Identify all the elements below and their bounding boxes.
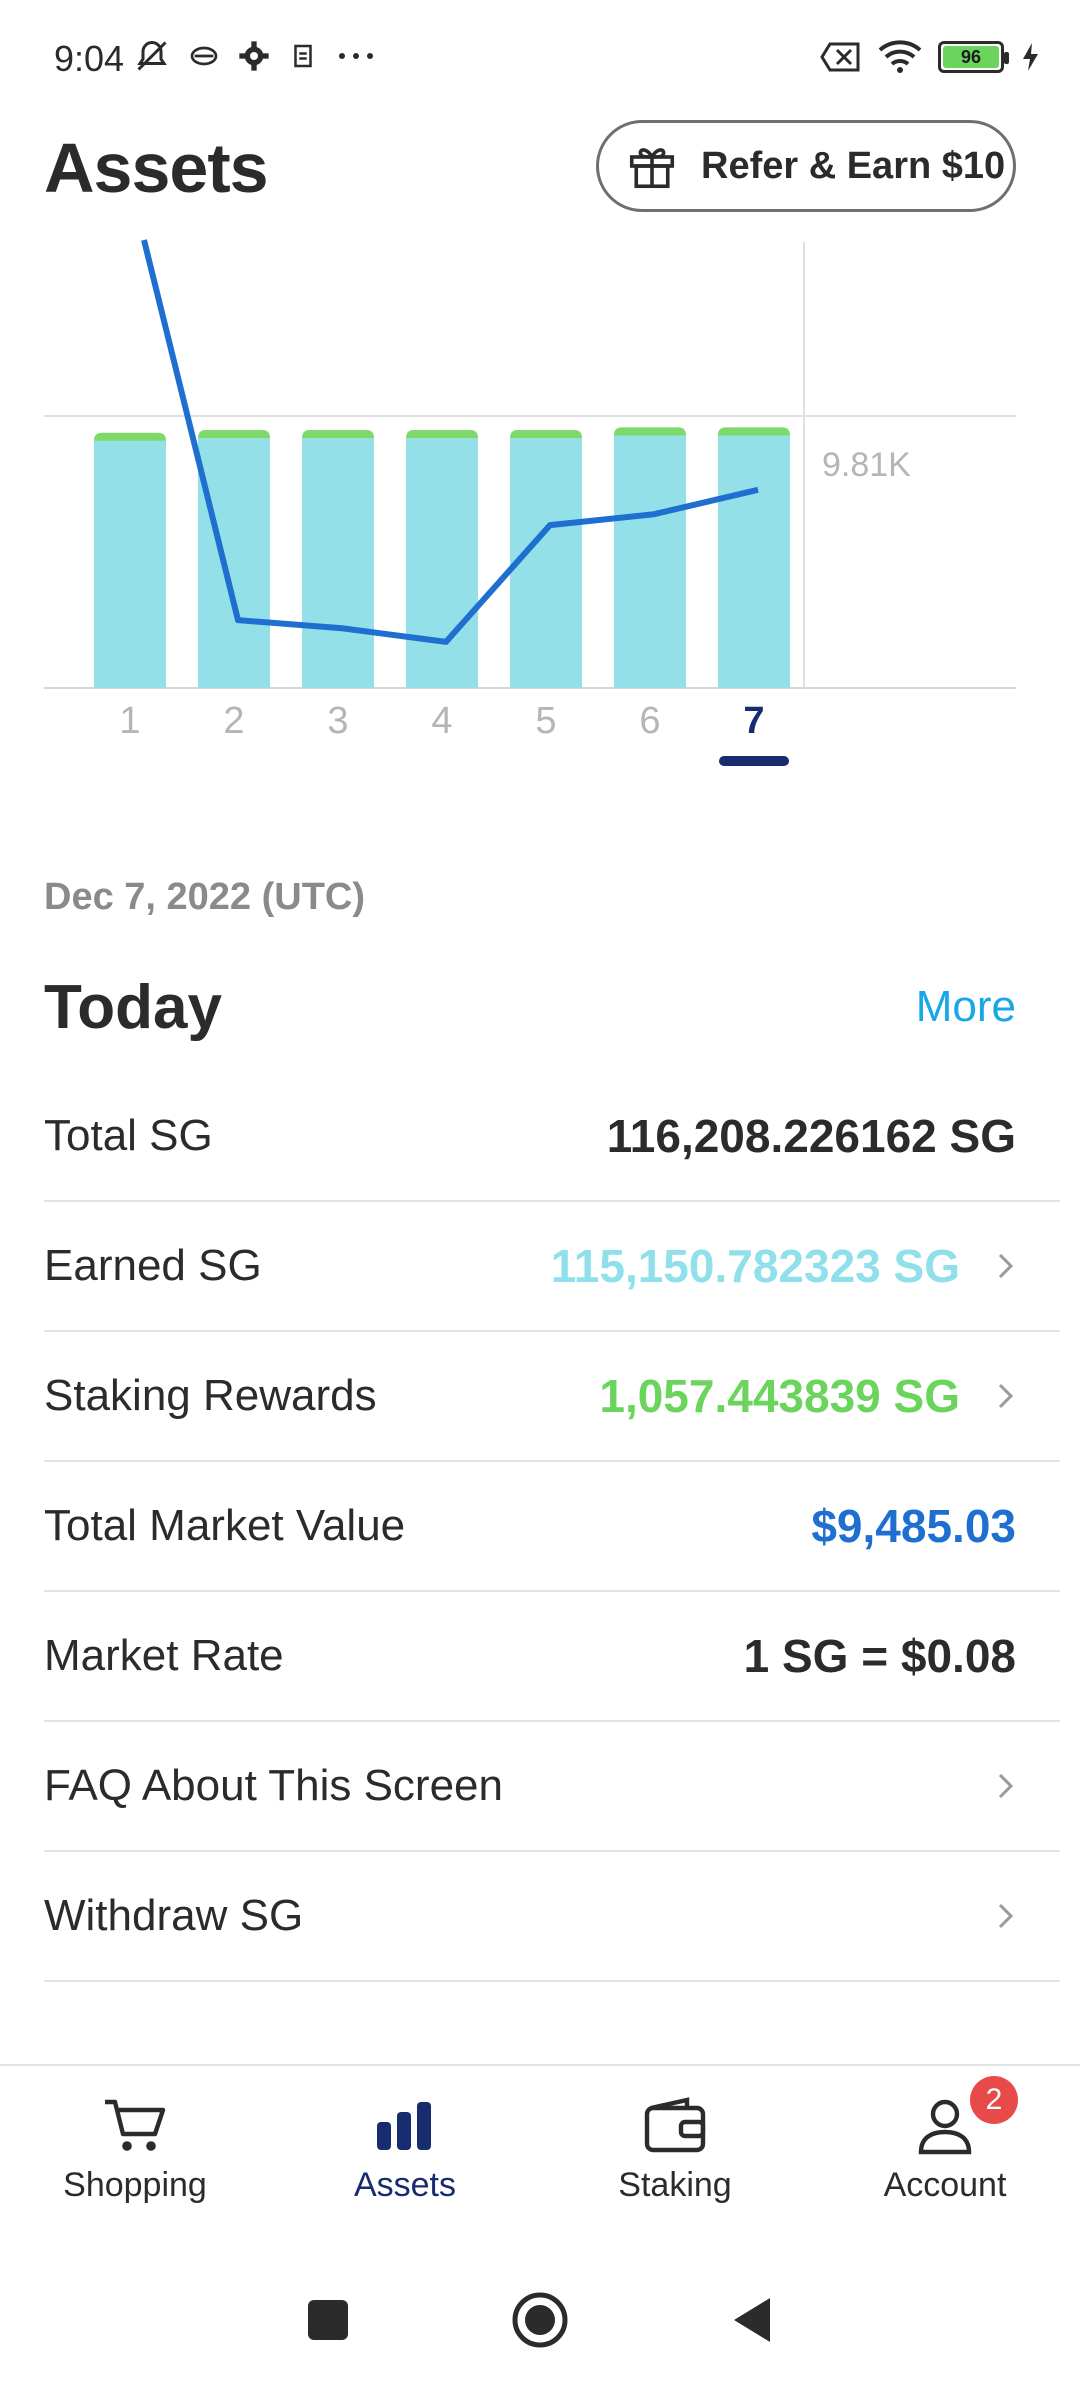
- date-label: Dec 7, 2022 (UTC): [44, 876, 366, 918]
- back-icon[interactable]: [730, 2295, 774, 2345]
- chevron-right-icon: [998, 1383, 1014, 1409]
- cart-icon: [105, 2099, 166, 2151]
- selected-day-indicator: [719, 756, 789, 766]
- summary-row-earned-sg[interactable]: Earned SG 115,150.782323 SG: [44, 1202, 1060, 1332]
- summary-row-faq-about-this-screen[interactable]: FAQ About This Screen: [44, 1722, 1060, 1852]
- bell-off-icon: [137, 40, 167, 71]
- chart-bar: [406, 438, 478, 688]
- chart-bar-cap: [510, 430, 582, 439]
- x-tick-label[interactable]: 4: [402, 700, 482, 743]
- sim-off-icon: [820, 42, 860, 72]
- status-bar: 9:04 96: [0, 0, 1080, 120]
- summary-row-total-sg: Total SG 116,208.226162 SG: [44, 1072, 1060, 1202]
- gear-icon: [239, 41, 269, 71]
- gift-icon: [629, 148, 675, 189]
- page-title: Assets: [44, 129, 269, 207]
- summary-row-total-market-value: Total Market Value $9,485.03: [44, 1462, 1060, 1592]
- chart-bar: [94, 440, 166, 688]
- nav-label-shopping: Shopping: [63, 2166, 207, 2204]
- nav-label-staking: Staking: [618, 2166, 732, 2204]
- chevron-right-icon: [998, 1903, 1014, 1929]
- row-label: Total Market Value: [44, 1501, 406, 1550]
- x-tick-label[interactable]: 3: [298, 700, 378, 743]
- nav-label-account: Account: [883, 2166, 1007, 2204]
- nav-item-assets[interactable]: Assets: [270, 2066, 540, 2240]
- battery-icon: 96: [938, 41, 1009, 73]
- row-value: 115,150.782323 SG: [550, 1240, 960, 1292]
- nav-item-shopping[interactable]: Shopping: [0, 2066, 270, 2240]
- summary-row-market-rate: Market Rate 1 SG = $0.08: [44, 1592, 1060, 1722]
- x-tick-label[interactable]: 6: [610, 700, 690, 743]
- chart-canvas: [44, 239, 1016, 689]
- nav-item-account[interactable]: Account 2: [810, 2066, 1080, 2240]
- chart-bar: [302, 438, 374, 688]
- summary-row-withdraw-sg[interactable]: Withdraw SG: [44, 1852, 1060, 1982]
- chart-bar-cap: [198, 430, 270, 439]
- row-label: Withdraw SG: [44, 1891, 304, 1940]
- sync-icon: [190, 46, 218, 66]
- row-value: 1 SG = $0.08: [743, 1630, 1016, 1682]
- row-label: Total SG: [44, 1111, 213, 1160]
- x-tick-label[interactable]: 2: [194, 700, 274, 743]
- chart-bar-cap: [614, 427, 686, 436]
- account-notification-badge: 2: [970, 2076, 1018, 2124]
- nav-label-assets: Assets: [353, 2166, 457, 2204]
- refer-earn-label: Refer & Earn $10: [701, 144, 1006, 187]
- battery-level: 96: [943, 46, 999, 68]
- chevron-right-icon: [998, 1773, 1014, 1799]
- wifi-icon: [878, 40, 922, 73]
- status-system-icons: 96: [820, 40, 1040, 74]
- recent-apps-icon[interactable]: [306, 2298, 350, 2342]
- more-dots-icon: [339, 53, 373, 59]
- chart-bar-cap: [302, 430, 374, 439]
- home-icon[interactable]: [510, 2290, 570, 2350]
- row-value: 1,057.443839 SG: [599, 1370, 960, 1422]
- asset-summary-list: Total SG 116,208.226162 SG Earned SG 115,15…: [44, 1072, 1060, 1982]
- chart-bar-cap: [718, 427, 790, 436]
- chart-bar-cap: [406, 430, 478, 439]
- chart-bar: [198, 438, 270, 688]
- chart-bar: [614, 435, 686, 688]
- bottom-nav: Shopping Assets Staking Account 2: [0, 2064, 1080, 2240]
- wallet-icon: [644, 2097, 706, 2153]
- refer-earn-button[interactable]: Refer & Earn $10: [596, 120, 1016, 212]
- user-icon: [918, 2099, 972, 2155]
- y-tick-label: 9.81K: [822, 446, 911, 484]
- summary-row-staking-rewards[interactable]: Staking Rewards 1,057.443839 SG: [44, 1332, 1060, 1462]
- status-notification-icons: [134, 38, 376, 74]
- nav-item-staking[interactable]: Staking: [540, 2066, 810, 2240]
- today-title: Today: [44, 973, 222, 1042]
- status-time: 9:04: [54, 38, 125, 79]
- row-value: 116,208.226162 SG: [606, 1110, 1016, 1162]
- more-link[interactable]: More: [916, 982, 1016, 1032]
- app-icon: [294, 44, 312, 68]
- chart-bar: [718, 435, 790, 688]
- row-label: Market Rate: [44, 1631, 284, 1680]
- chevron-right-icon: [998, 1253, 1014, 1279]
- chart-bar-cap: [94, 432, 166, 441]
- x-tick-label[interactable]: 5: [506, 700, 586, 743]
- charging-icon: [1023, 43, 1038, 71]
- system-nav-bar: [0, 2240, 1080, 2400]
- bar-chart-icon: [377, 2102, 431, 2150]
- row-label: FAQ About This Screen: [44, 1761, 503, 1810]
- row-label: Staking Rewards: [44, 1371, 377, 1420]
- x-tick-label[interactable]: 1: [90, 700, 170, 743]
- row-label: Earned SG: [44, 1241, 262, 1290]
- x-tick-label[interactable]: 7: [714, 700, 794, 743]
- assets-chart[interactable]: 1234567 9.81K: [0, 230, 1080, 790]
- row-value: $9,485.03: [811, 1500, 1016, 1552]
- chart-bar: [510, 438, 582, 688]
